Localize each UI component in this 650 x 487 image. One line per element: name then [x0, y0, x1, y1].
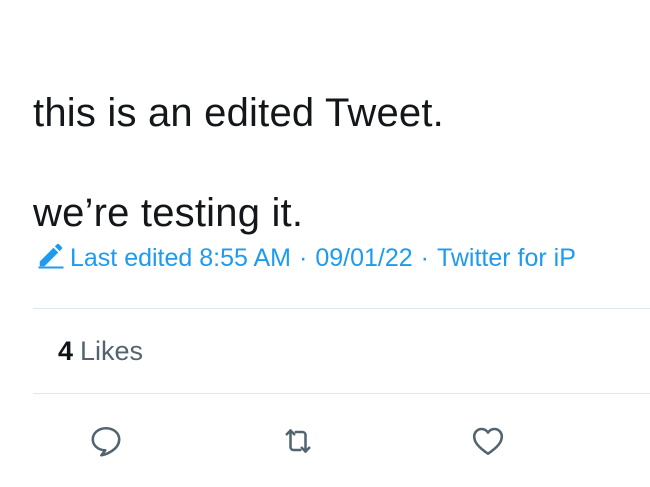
retweet-button[interactable]: [275, 420, 321, 466]
likes-stat[interactable]: 4 Likes: [58, 333, 143, 369]
pencil-icon: [36, 240, 70, 277]
tweet-text-line-2: we’re testing it.: [33, 191, 304, 235]
tweet-date-link[interactable]: 09/01/22: [315, 244, 412, 273]
reply-button[interactable]: [83, 420, 129, 466]
tweet-text-line-1: this is an edited Tweet.: [33, 91, 444, 135]
divider: [33, 393, 650, 394]
likes-count: 4: [58, 336, 74, 366]
likes-label: Likes: [80, 336, 144, 366]
tweet-meta-row: Last edited 8:55 AM · 09/01/22 · Twitter…: [36, 238, 650, 278]
tweet-source-link[interactable]: Twitter for iP: [437, 244, 576, 273]
divider: [33, 308, 650, 309]
meta-separator: ·: [298, 243, 308, 272]
reply-icon: [88, 423, 124, 464]
retweet-icon: [280, 423, 316, 464]
last-edited-link[interactable]: Last edited 8:55 AM: [70, 244, 291, 273]
meta-separator: ·: [420, 243, 429, 272]
like-button[interactable]: [465, 420, 511, 466]
heart-icon: [470, 423, 506, 464]
